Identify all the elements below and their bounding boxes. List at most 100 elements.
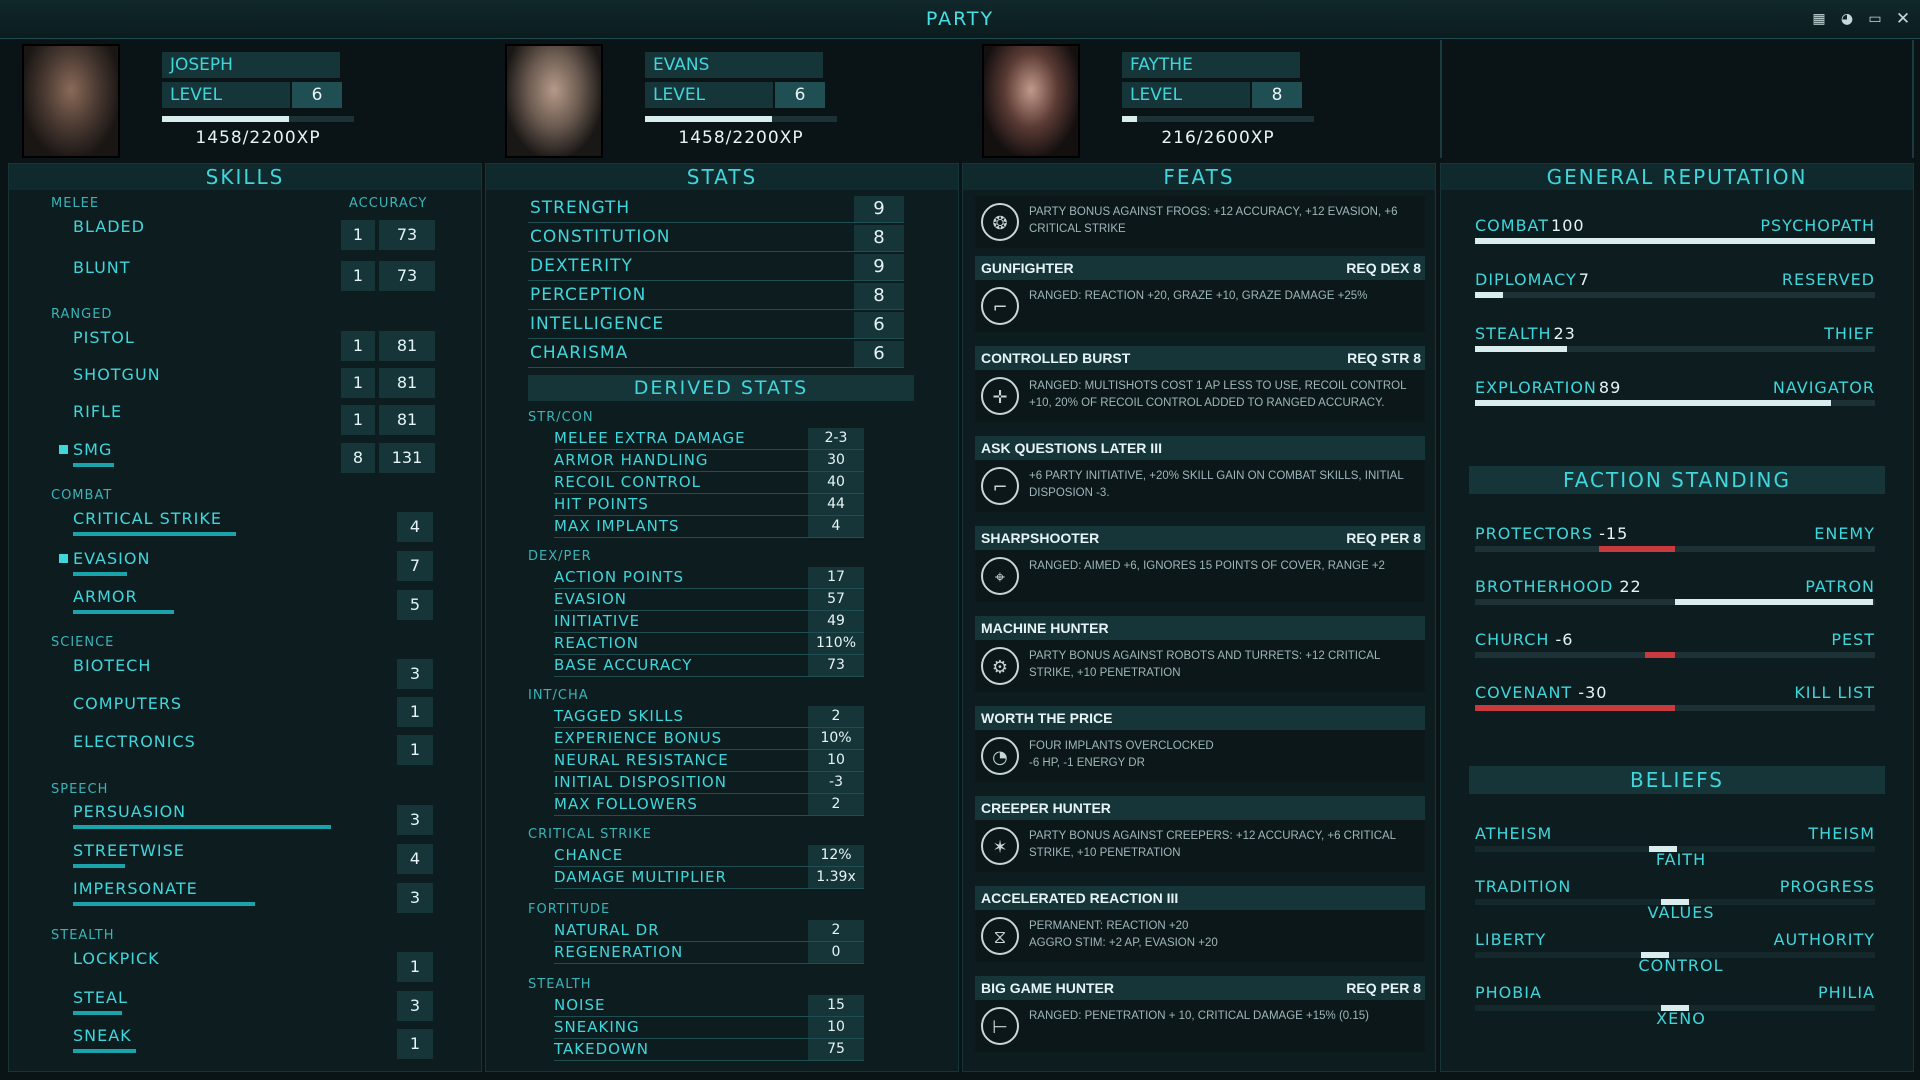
derived-value: 110% xyxy=(808,633,864,654)
rifle-icon: ⊢ xyxy=(981,1007,1019,1045)
derived-max-followers[interactable]: MAX FOLLOWERS 2 xyxy=(554,794,864,816)
brain-icon[interactable]: ◕ xyxy=(1838,10,1856,28)
derived-label: CHANCE xyxy=(554,846,624,864)
derived-label: SNEAKING xyxy=(554,1018,640,1036)
monitor-icon[interactable]: ▭ xyxy=(1866,10,1884,28)
feat-description: RANGED: PENETRATION + 10, CRITICAL DAMAG… xyxy=(1029,1010,1369,1022)
skill-evasion-bar xyxy=(73,572,128,576)
character-card-joseph[interactable]: JOSEPH LEVEL 6 1458/2200XP xyxy=(22,42,482,160)
skill-electronics[interactable]: ELECTRONICS xyxy=(73,732,196,751)
accuracy-header: ACCURACY xyxy=(349,196,428,211)
skill-rifle[interactable]: RIFLE xyxy=(73,402,122,421)
derived-initiative[interactable]: INITIATIVE 49 xyxy=(554,611,864,633)
faction-name: COVENANT xyxy=(1475,683,1573,702)
feat-8[interactable]: CREEPER HUNTER ✶ PARTY BONUS AGAINST CREEP… xyxy=(975,796,1425,872)
derived-melee-extra-damage[interactable]: MELEE EXTRA DAMAGE 2-3 xyxy=(554,428,864,450)
tagged-marker-smg xyxy=(59,445,68,454)
derived-takedown[interactable]: TAKEDOWN 75 xyxy=(554,1039,864,1061)
derived-experience-bonus[interactable]: EXPERIENCE BONUS 10% xyxy=(554,728,864,750)
stat-value: 8 xyxy=(854,225,904,251)
skill-persuasion[interactable]: PERSUASION xyxy=(73,802,186,821)
feat-description: PARTY BONUS AGAINST ROBOTS AND TURRETS: … xyxy=(1029,650,1380,679)
skill-blunt[interactable]: BLUNT xyxy=(73,258,131,277)
derived-action-points[interactable]: ACTION POINTS 17 xyxy=(554,567,864,589)
pistol-icon: ⌐ xyxy=(981,287,1019,325)
feat-10[interactable]: BIG GAME HUNTER REQ PER 8 ⊢ RANGED: PENETRA… xyxy=(975,976,1425,1052)
skill-pistol[interactable]: PISTOL xyxy=(73,328,135,347)
stat-dexterity[interactable]: DEXTERITY 9 xyxy=(528,254,904,281)
feat-3[interactable]: CONTROLLED BURST REQ STR 8 ✛ RANGED: MULTIS… xyxy=(975,346,1425,422)
skill-sneak[interactable]: SNEAK xyxy=(73,1026,132,1045)
derived-initial-disposition[interactable]: INITIAL DISPOSITION -3 xyxy=(554,772,864,794)
skill-biotech[interactable]: BIOTECH xyxy=(73,656,151,675)
feat-2[interactable]: GUNFIGHTER REQ DEX 8 ⌐ RANGED: REACTION +20… xyxy=(975,256,1425,332)
portrait-joseph[interactable] xyxy=(22,44,120,158)
derived-regeneration[interactable]: REGENERATION 0 xyxy=(554,942,864,964)
calendar-icon[interactable]: ▦ xyxy=(1810,10,1828,28)
derived-evasion[interactable]: EVASION 57 xyxy=(554,589,864,611)
derived-hit-points[interactable]: HIT POINTS 44 xyxy=(554,494,864,516)
skill-bladed[interactable]: BLADED xyxy=(73,217,145,236)
skill-computers[interactable]: COMPUTERS xyxy=(73,694,182,713)
character-card-evans[interactable]: EVANS LEVEL 6 1458/2200XP xyxy=(505,42,965,160)
creeper-target-icon: ✶ xyxy=(981,827,1019,865)
derived-value: 2 xyxy=(808,920,864,941)
faction-value: -30 xyxy=(1578,683,1608,702)
character-card-faythe[interactable]: FAYTHE LEVEL 8 216/2600XP xyxy=(982,42,1442,160)
feat-4[interactable]: ASK QUESTIONS LATER III ⌐ +6 PARTY INITIAT… xyxy=(975,436,1425,512)
skill-blunt-accuracy: 73 xyxy=(379,261,435,291)
derived-noise[interactable]: NOISE 15 xyxy=(554,995,864,1017)
derived-neural-resistance[interactable]: NEURAL RESISTANCE 10 xyxy=(554,750,864,772)
skill-steal[interactable]: STEAL xyxy=(73,988,128,1007)
skill-armor[interactable]: ARMOR xyxy=(73,587,138,606)
belief-right: PHILIA xyxy=(1818,983,1875,1002)
skill-evasion[interactable]: EVASION xyxy=(73,549,150,568)
skill-streetwise[interactable]: STREETWISE xyxy=(73,841,185,860)
derived-tagged-skills[interactable]: TAGGED SKILLS 2 xyxy=(554,706,864,728)
derived-sneaking[interactable]: SNEAKING 10 xyxy=(554,1017,864,1039)
portrait-evans[interactable] xyxy=(505,44,603,158)
skill-critical-strike[interactable]: CRITICAL STRIKE xyxy=(73,509,222,528)
derived-value: 30 xyxy=(808,450,864,471)
derived-natural-dr[interactable]: NATURAL DR 2 xyxy=(554,920,864,942)
character-name: EVANS xyxy=(645,52,823,78)
derived-label: TAKEDOWN xyxy=(554,1040,649,1058)
skill-smg[interactable]: SMG xyxy=(73,440,112,459)
derived-chance[interactable]: CHANCE 12% xyxy=(554,845,864,867)
portrait-faythe[interactable] xyxy=(982,44,1080,158)
feat-6[interactable]: MACHINE HUNTER ⚙ PARTY BONUS AGAINST ROBOT… xyxy=(975,616,1425,692)
window-title: PARTY xyxy=(925,8,995,30)
derived-max-implants[interactable]: MAX IMPLANTS 4 xyxy=(554,516,864,538)
derived-value: 10% xyxy=(808,728,864,749)
skill-lockpick[interactable]: LOCKPICK xyxy=(73,949,160,968)
derived-reaction[interactable]: REACTION 110% xyxy=(554,633,864,655)
skill-impersonate[interactable]: IMPERSONATE xyxy=(73,879,198,898)
robot-target-icon: ⚙ xyxy=(981,647,1019,685)
stat-value: 8 xyxy=(854,283,904,309)
stat-label: CONSTITUTION xyxy=(530,227,671,247)
close-icon[interactable]: ✕ xyxy=(1894,10,1912,28)
stat-strength[interactable]: STRENGTH 9 xyxy=(528,196,904,223)
empty-party-slot[interactable] xyxy=(1440,40,1914,158)
feat-description: PERMANENT: REACTION +20 AGGRO STIM: +2 A… xyxy=(1029,920,1218,949)
skill-shotgun[interactable]: SHOTGUN xyxy=(73,365,161,384)
stat-constitution[interactable]: CONSTITUTION 8 xyxy=(528,225,904,252)
feat-requirement: REQ PER 8 xyxy=(1346,980,1421,996)
stat-perception[interactable]: PERCEPTION 8 xyxy=(528,283,904,310)
derived-base-accuracy[interactable]: BASE ACCURACY 73 xyxy=(554,655,864,677)
derived-armor-handling[interactable]: ARMOR HANDLING 30 xyxy=(554,450,864,472)
feat-9[interactable]: ACCELERATED REACTION III ⧖ PERMANENT: REAC… xyxy=(975,886,1425,962)
belief-left: PHOBIA xyxy=(1475,983,1542,1002)
derived-recoil-control[interactable]: RECOIL CONTROL 40 xyxy=(554,472,864,494)
stat-charisma[interactable]: CHARISMA 6 xyxy=(528,341,904,368)
skills-panel: SKILLS MELEE ACCURACY BLADED 1 73 BLUNT … xyxy=(8,163,482,1072)
derived-damage-multiplier[interactable]: DAMAGE MULTIPLIER 1.39x xyxy=(554,867,864,889)
reputation-bar xyxy=(1475,292,1875,298)
feat-7[interactable]: WORTH THE PRICE ◔ FOUR IMPLANTS OVERCLOCKE… xyxy=(975,706,1425,782)
stat-intelligence[interactable]: INTELLIGENCE 6 xyxy=(528,312,904,339)
derived-value: 4 xyxy=(808,516,864,537)
xp-bar xyxy=(162,116,354,122)
feat-5[interactable]: SHARPSHOOTER REQ PER 8 ⌖ RANGED: AIMED +6, … xyxy=(975,526,1425,602)
derived-category-stealth: STEALTH xyxy=(528,977,592,992)
feat-1[interactable]: ❂ PARTY BONUS AGAINST FROGS: +12 ACCURACY… xyxy=(975,196,1425,248)
